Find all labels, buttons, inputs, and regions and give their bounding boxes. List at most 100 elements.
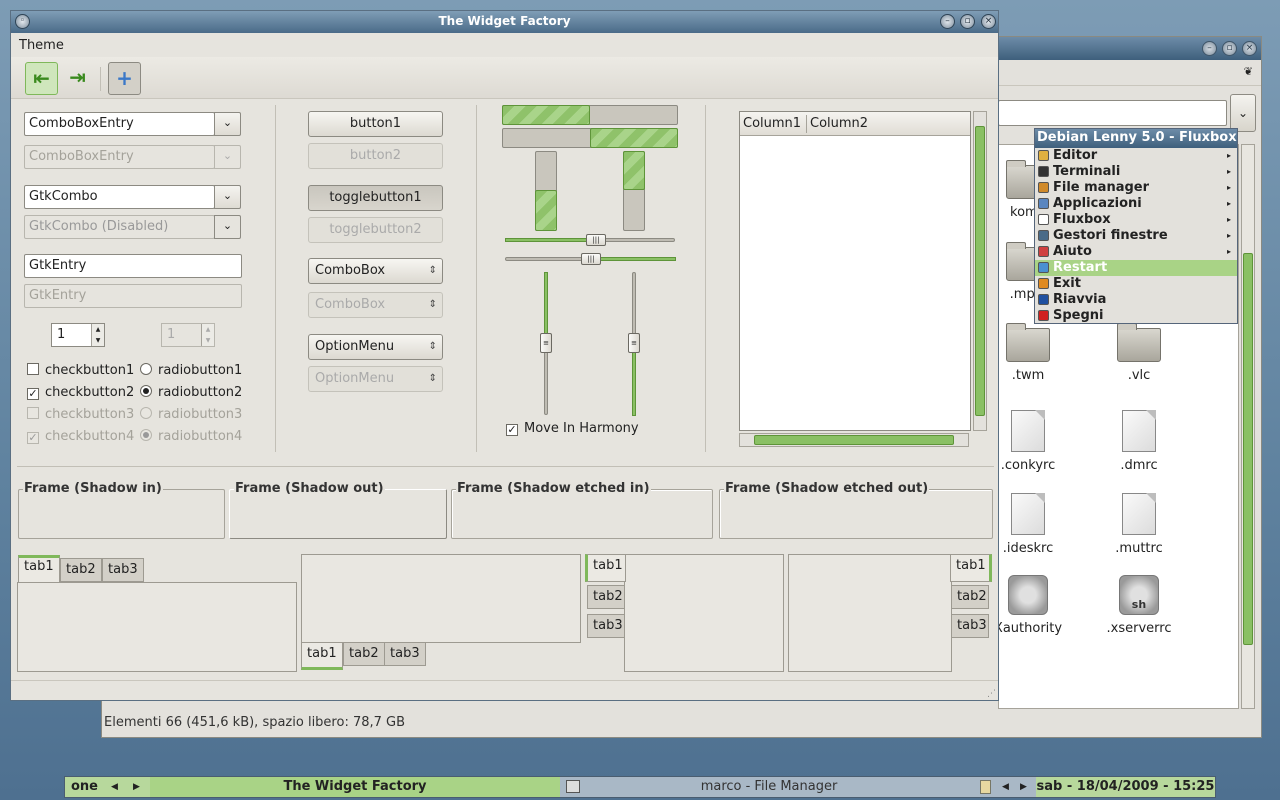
- menu-item-icon: [1038, 198, 1049, 209]
- tree-hscrollbar[interactable]: [739, 433, 969, 447]
- optionmenu-disabled: OptionMenu ⇕: [308, 366, 443, 392]
- notebook-bottom-panel: [301, 554, 581, 643]
- taskbar: one ◀ ▶ The Widget Factory marco - File Ma…: [64, 776, 1216, 798]
- file-item[interactable]: .vlc: [1094, 323, 1184, 383]
- workspace-switcher[interactable]: one ◀ ▶: [65, 777, 150, 797]
- menu-item-icon: [1038, 182, 1049, 193]
- stepper-arrows-icon[interactable]: ▲ ▼: [91, 324, 104, 346]
- add-icon[interactable]: +: [108, 62, 141, 95]
- file-item[interactable]: .muttrc: [1094, 493, 1184, 556]
- fluxbox-menu-item[interactable]: Terminali ▸: [1035, 164, 1237, 180]
- fluxbox-menu-item[interactable]: Fluxbox ▸: [1035, 212, 1237, 228]
- window-titlebar[interactable]: ◦ The Widget Factory – ▫ ×: [11, 11, 998, 33]
- frame-shadow-etched-in: Frame (Shadow etched in): [451, 481, 713, 539]
- maximize-icon[interactable]: ▫: [960, 14, 975, 29]
- checkbox-icon: ✓: [506, 423, 518, 436]
- location-input[interactable]: [998, 100, 1227, 126]
- button1[interactable]: button1: [308, 111, 443, 137]
- submenu-arrow-icon: ▸: [1226, 215, 1231, 224]
- menu-theme[interactable]: Theme: [19, 38, 64, 53]
- fluxbox-menu-item[interactable]: File manager ▸: [1035, 180, 1237, 196]
- spin-button[interactable]: 1 ▲ ▼: [51, 323, 105, 347]
- resize-grip-icon[interactable]: ⋰: [987, 689, 996, 699]
- frame-shadow-out: Frame (Shadow out): [229, 481, 447, 539]
- tab-2[interactable]: tab2: [951, 585, 989, 609]
- togglebutton1[interactable]: togglebutton1: [308, 185, 443, 211]
- minimize-icon[interactable]: –: [1202, 41, 1217, 56]
- gtkcombo-input[interactable]: GtkCombo: [24, 185, 215, 209]
- tool-icon[interactable]: ❦: [1244, 65, 1253, 78]
- file-item[interactable]: .dmrc: [1094, 410, 1184, 473]
- gtkentry-input[interactable]: GtkEntry: [24, 254, 242, 278]
- tab-3[interactable]: tab3: [384, 642, 426, 666]
- menu-item-icon: [1038, 150, 1049, 161]
- fluxbox-menu: Debian Lenny 5.0 - Fluxbox Editor ▸ Termin…: [1034, 128, 1238, 324]
- fluxbox-menu-item[interactable]: Restart: [1035, 260, 1237, 276]
- tab-1[interactable]: tab1: [301, 642, 343, 670]
- tab-3[interactable]: tab3: [587, 614, 625, 638]
- vprogress-bar-2: [623, 151, 645, 231]
- submenu-arrow-icon: ▸: [1226, 231, 1231, 240]
- tab-1[interactable]: tab1: [950, 554, 992, 582]
- gear-icon: [1008, 575, 1048, 615]
- maximize-icon[interactable]: ▫: [1222, 41, 1237, 56]
- tree-vscrollbar[interactable]: [973, 111, 987, 431]
- move-in-harmony-check[interactable]: ✓ Move In Harmony: [506, 421, 639, 436]
- scrollbar-thumb[interactable]: [754, 435, 954, 445]
- menu-item-icon: [1038, 246, 1049, 257]
- go-first-icon[interactable]: ⇤: [25, 62, 58, 95]
- frame-shadow-in: Frame (Shadow in): [18, 481, 225, 539]
- slider-knob[interactable]: ≡: [540, 333, 552, 353]
- column2-header[interactable]: Column2: [810, 116, 868, 131]
- optionmenu[interactable]: OptionMenu ⇕: [308, 334, 443, 360]
- menu-item-icon: [1038, 310, 1049, 321]
- chevron-down-icon[interactable]: ⌄: [214, 185, 241, 209]
- checkbutton[interactable]: checkbutton1: [27, 363, 134, 378]
- tab-3[interactable]: tab3: [102, 558, 144, 582]
- minimize-icon[interactable]: –: [940, 14, 955, 29]
- tab-1[interactable]: tab1: [18, 555, 60, 583]
- fluxbox-menu-item[interactable]: Aiuto ▸: [1035, 244, 1237, 260]
- fluxbox-menu-item[interactable]: Riavvia: [1035, 292, 1237, 308]
- tab-3[interactable]: tab3: [951, 614, 989, 638]
- fluxbox-menu-item[interactable]: Gestori finestre ▸: [1035, 228, 1237, 244]
- slider-knob[interactable]: ≡: [628, 333, 640, 353]
- folder-icon: [1006, 323, 1050, 362]
- task-widget-factory[interactable]: The Widget Factory: [150, 777, 560, 797]
- go-last-icon[interactable]: ⇥: [61, 62, 94, 95]
- location-dropdown-button[interactable]: ⌄: [1230, 94, 1256, 132]
- task-file-manager[interactable]: marco - File Manager: [562, 777, 976, 797]
- slider-knob[interactable]: |||: [586, 234, 606, 246]
- frame-shadow-etched-out: Frame (Shadow etched out): [719, 481, 993, 539]
- radiobutton[interactable]: radiobutton2: [140, 385, 242, 400]
- chevron-down-icon[interactable]: ⌄: [214, 112, 241, 136]
- tab-2[interactable]: tab2: [343, 642, 385, 666]
- tree-view[interactable]: Column1 Column2: [739, 111, 971, 431]
- tab-2[interactable]: tab2: [587, 585, 625, 609]
- menu-item-icon: [1038, 230, 1049, 241]
- submenu-arrow-icon: ▸: [1226, 151, 1231, 160]
- submenu-arrow-icon: ▸: [1226, 167, 1231, 176]
- close-icon[interactable]: ×: [1242, 41, 1257, 56]
- next-icon: ▶: [1020, 782, 1027, 792]
- column1-header[interactable]: Column1: [743, 116, 801, 131]
- fluxbox-menu-item[interactable]: Editor ▸: [1035, 148, 1237, 164]
- checkbutton[interactable]: ✓ checkbutton2: [27, 385, 134, 400]
- tray[interactable]: ◀ ▶: [976, 777, 1036, 797]
- radiobutton[interactable]: radiobutton1: [140, 363, 242, 378]
- comboboxentry-input[interactable]: ComboBoxEntry: [24, 112, 215, 136]
- tab-2[interactable]: tab2: [60, 558, 102, 582]
- scrollbar-thumb[interactable]: [1243, 253, 1253, 645]
- fluxbox-menu-item[interactable]: Exit: [1035, 276, 1237, 292]
- scrollbar-thumb[interactable]: [975, 126, 985, 416]
- file-view-scrollbar[interactable]: [1241, 144, 1255, 709]
- slider-knob[interactable]: |||: [581, 253, 601, 265]
- file-item[interactable]: sh .xserverrc: [1094, 575, 1184, 636]
- togglebutton2-disabled: togglebutton2: [308, 217, 443, 243]
- fluxbox-menu-item[interactable]: Spegni: [1035, 308, 1237, 324]
- close-icon[interactable]: ×: [981, 14, 996, 29]
- tab-1[interactable]: tab1: [585, 554, 626, 582]
- combobox[interactable]: ComboBox ⇕: [308, 258, 443, 284]
- gtkentry-disabled: GtkEntry: [24, 284, 242, 308]
- fluxbox-menu-item[interactable]: Applicazioni ▸: [1035, 196, 1237, 212]
